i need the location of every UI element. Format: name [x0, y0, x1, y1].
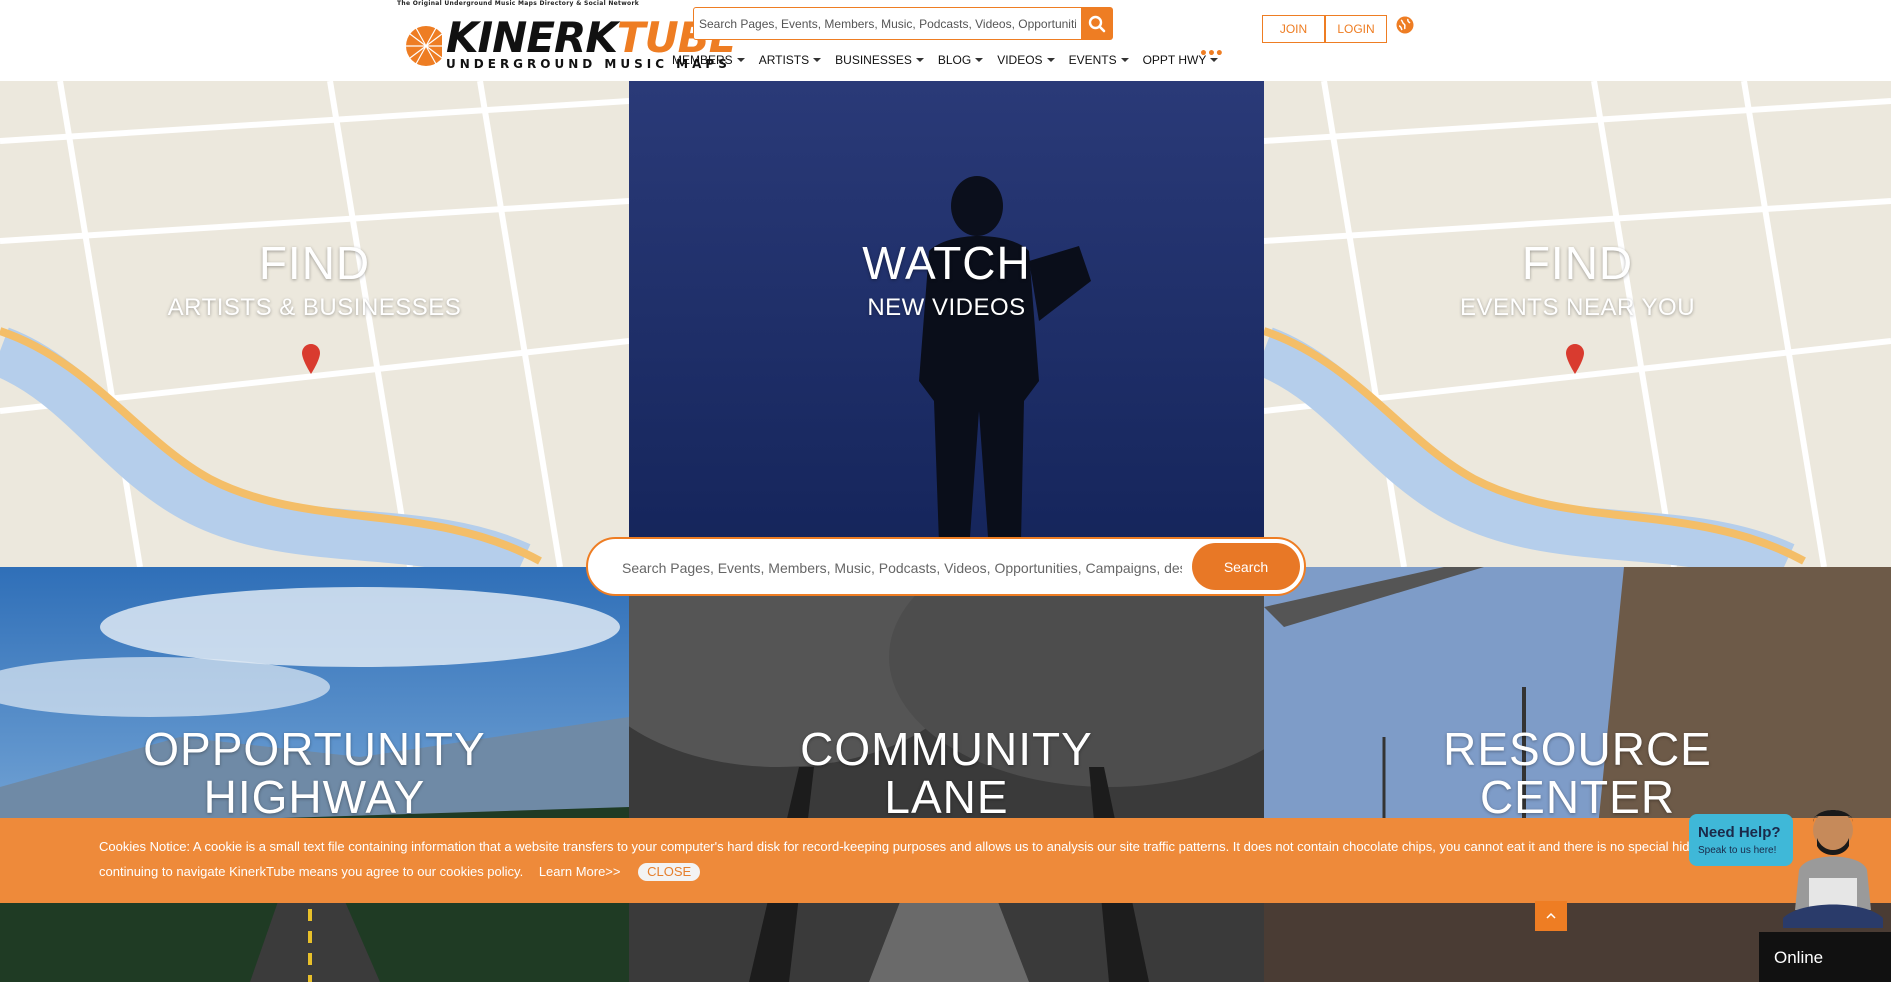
caret-down-icon: [1046, 58, 1055, 62]
tile-title-line1: RESOURCE: [1443, 723, 1712, 775]
tile-title: FIND: [258, 237, 371, 289]
help-subtitle: Speak to us here!: [1698, 845, 1777, 856]
need-help-bubble[interactable]: Need Help? Speak to us here!: [1689, 814, 1793, 866]
chevron-up-icon: [1546, 912, 1556, 919]
tile-subtitle: NEW VIDEOS: [867, 294, 1026, 321]
map-background: [0, 81, 629, 567]
header-search-input[interactable]: [693, 7, 1082, 40]
nav-videos[interactable]: VIDEOS: [997, 53, 1055, 67]
header-search-button[interactable]: [1081, 7, 1113, 40]
cookie-notice-bar: Cookies Notice: A cookie is a small text…: [0, 818, 1891, 903]
site-tagline: The Original Underground Music Maps Dire…: [397, 0, 640, 7]
cookie-close-button[interactable]: CLOSE: [638, 863, 701, 881]
caret-down-icon: [1120, 58, 1129, 62]
nav-artists[interactable]: ARTISTS: [759, 53, 822, 67]
tile-watch-videos[interactable]: WATCH NEW VIDEOS: [629, 81, 1264, 567]
chat-status[interactable]: Online: [1759, 932, 1891, 982]
tile-title: WATCH: [862, 237, 1031, 289]
tile-title-line2: HIGHWAY: [203, 771, 426, 823]
tile-find-artists[interactable]: FIND ARTISTS & BUSINESSES: [0, 81, 629, 567]
video-silhouette-image: [629, 81, 1264, 567]
site-header: The Original Underground Music Maps Dire…: [0, 0, 1891, 81]
hero-search-button[interactable]: Search: [1192, 543, 1300, 590]
tile-title-line1: COMMUNITY: [800, 723, 1093, 775]
globe-icon[interactable]: [1395, 15, 1415, 35]
nav-businesses[interactable]: BUSINESSES: [835, 53, 924, 67]
caret-down-icon: [915, 58, 924, 62]
map-pin-icon: [1566, 344, 1584, 374]
map-pin-icon: [302, 344, 320, 374]
caret-down-icon: [736, 58, 745, 62]
scroll-to-top-button[interactable]: [1535, 901, 1567, 931]
help-title: Need Help?: [1698, 824, 1781, 841]
nav-events[interactable]: EVENTS: [1069, 53, 1129, 67]
tile-opportunity-highway[interactable]: OPPORTUNITY HIGHWAY: [0, 567, 629, 982]
main-nav: MEMBERS ARTISTS BUSINESSES BLOG VIDEOS E…: [672, 53, 1219, 67]
caret-down-icon: [975, 58, 984, 62]
hero-search-input[interactable]: [620, 551, 1184, 584]
tile-subtitle: ARTISTS & BUSINESSES: [167, 294, 462, 321]
map-background: [1264, 81, 1891, 567]
tile-title: FIND: [1521, 237, 1634, 289]
site-logo[interactable]: KINERKTUBE UNDERGROUND MUSIC MAPS: [402, 14, 737, 74]
caret-down-icon: [813, 58, 822, 62]
logo-burst-icon: [406, 26, 442, 66]
hero-search-bar: Search: [586, 537, 1306, 596]
login-button[interactable]: LOGIN: [1325, 15, 1387, 43]
search-icon: [1088, 15, 1106, 32]
nav-blog[interactable]: BLOG: [938, 53, 984, 67]
tile-find-events[interactable]: FIND EVENTS NEAR YOU: [1264, 81, 1891, 567]
learn-more-link[interactable]: Learn More>>: [539, 864, 621, 879]
nav-members[interactable]: MEMBERS: [672, 53, 745, 67]
tile-community-lane[interactable]: COMMUNITY LANE: [629, 567, 1264, 982]
join-button[interactable]: JOIN: [1262, 15, 1325, 43]
tile-title-line2: LANE: [884, 771, 1009, 823]
tile-title-line1: OPPORTUNITY: [143, 723, 486, 775]
tile-subtitle: EVENTS NEAR YOU: [1459, 294, 1696, 321]
more-menu-icon[interactable]: •••: [1199, 46, 1224, 62]
cookie-notice-text: Cookies Notice: A cookie is a small text…: [99, 839, 1751, 881]
